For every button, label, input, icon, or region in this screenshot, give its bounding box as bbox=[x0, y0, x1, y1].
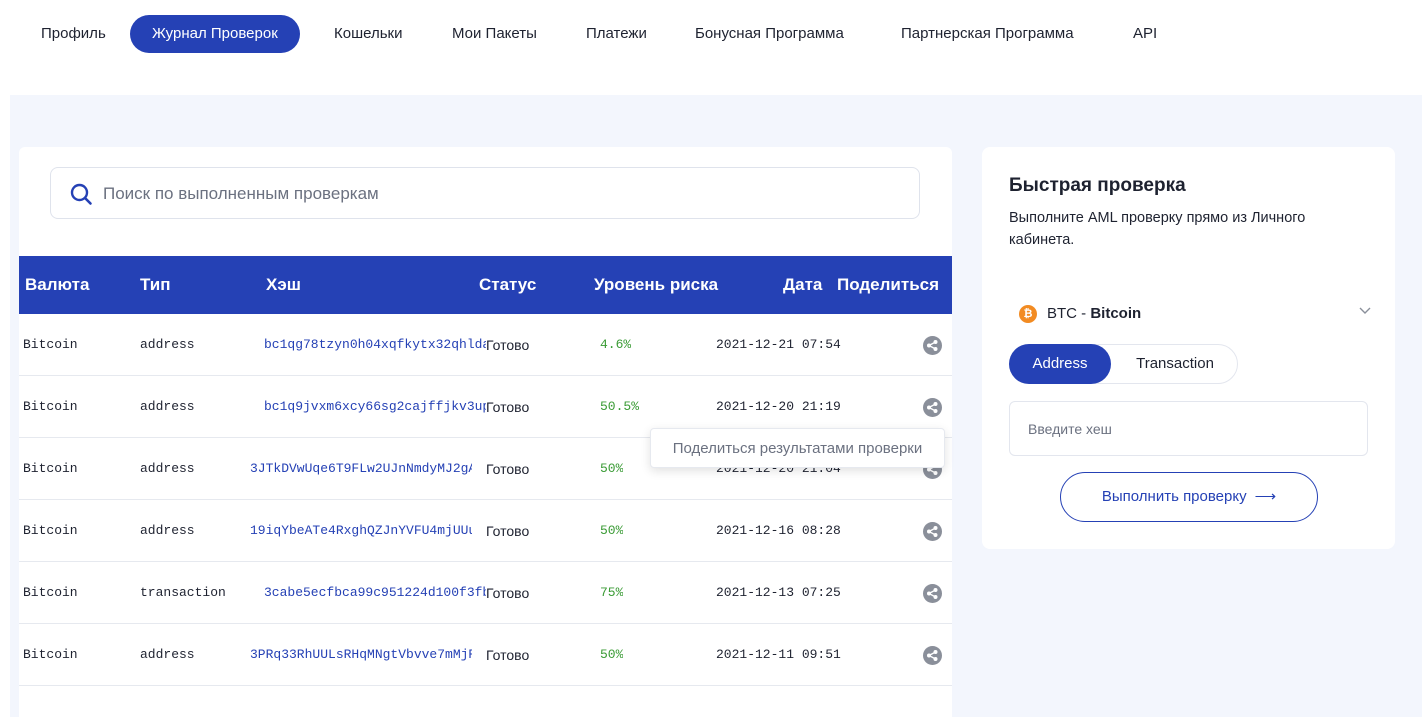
table-row[interactable]: Bitcoin transaction 3cabe5ecfbca99c95122… bbox=[19, 562, 952, 624]
tab-transaction[interactable]: Transaction bbox=[1113, 344, 1237, 384]
run-check-label: Выполнить проверку bbox=[1101, 488, 1247, 505]
currency-ticker: BTC bbox=[1047, 305, 1077, 322]
column-header-hash[interactable]: Хэш bbox=[266, 256, 301, 314]
column-header-risk-level[interactable]: Уровень риска bbox=[594, 256, 718, 314]
cell-status: Готово bbox=[486, 399, 530, 415]
column-header-date[interactable]: Дата bbox=[783, 256, 822, 314]
currency-select[interactable]: ₿ BTC - Bitcoin bbox=[1009, 302, 1371, 326]
nav-item-wallets[interactable]: Кошельки bbox=[334, 15, 402, 53]
share-icon[interactable] bbox=[923, 398, 942, 417]
share-icon[interactable] bbox=[923, 646, 942, 665]
nav-item-check-log[interactable]: Журнал Проверок bbox=[130, 15, 300, 53]
cell-type: transaction bbox=[140, 585, 226, 600]
nav-item-my-packages[interactable]: Мои Пакеты bbox=[452, 15, 537, 53]
cell-risk-level: 50% bbox=[600, 523, 624, 538]
nav-item-api[interactable]: API bbox=[1133, 15, 1157, 53]
top-navigation: Профиль Журнал Проверок Кошельки Мои Пак… bbox=[0, 0, 1422, 95]
cell-hash-link[interactable]: 3cabe5ecfbca99c951224d100f3fb1 bbox=[264, 562, 486, 624]
cell-hash-link[interactable]: 3PRq33RhUULsRHqMNgtVbvve7mMjRh bbox=[250, 624, 472, 686]
cell-hash-link[interactable]: 19iqYbeATe4RxghQZJnYVFU4mjUUu1 bbox=[250, 500, 472, 562]
cell-type: address bbox=[140, 523, 195, 538]
cell-date: 2021-12-16 08:28 bbox=[716, 523, 841, 538]
cell-hash-link[interactable]: bc1qg78tzyn0h04xqfkytx32qhldat bbox=[264, 314, 486, 376]
cell-hash-link[interactable]: 3JTkDVwUqe6T9FLw2UJnNmdyMJ2gAv bbox=[250, 438, 472, 500]
cell-date: 2021-12-21 07:54 bbox=[716, 337, 841, 352]
share-icon[interactable] bbox=[923, 584, 942, 603]
cell-currency: Bitcoin bbox=[23, 399, 78, 414]
run-check-button[interactable]: Выполнить проверку ⟶ bbox=[1060, 472, 1318, 522]
column-header-status[interactable]: Статус bbox=[479, 256, 536, 314]
column-header-type[interactable]: Тип bbox=[140, 256, 170, 314]
chevron-down-icon bbox=[1359, 307, 1371, 314]
cell-currency: Bitcoin bbox=[23, 337, 78, 352]
cell-status: Готово bbox=[486, 585, 530, 601]
cell-status: Готово bbox=[486, 337, 530, 353]
cell-risk-level: 4.6% bbox=[600, 337, 632, 352]
hash-input[interactable] bbox=[1028, 417, 1348, 441]
tab-address[interactable]: Address bbox=[1009, 344, 1111, 384]
cell-hash-link[interactable]: bc1q9jvxm6xcy66sg2cajffjkv3upq bbox=[264, 376, 486, 438]
cell-risk-level: 50.5% bbox=[600, 399, 640, 414]
cell-date: 2021-12-13 07:25 bbox=[716, 585, 841, 600]
currency-name: Bitcoin bbox=[1090, 305, 1142, 322]
cell-currency: Bitcoin bbox=[23, 647, 78, 662]
cell-status: Готово bbox=[486, 461, 530, 477]
nav-item-payments[interactable]: Платежи bbox=[586, 15, 647, 53]
check-type-toggle: Address Transaction bbox=[1009, 344, 1238, 384]
cell-risk-level: 50% bbox=[600, 461, 624, 476]
cell-currency: Bitcoin bbox=[23, 461, 78, 476]
quick-check-description: Выполните AML проверку прямо из Личного … bbox=[1009, 210, 1306, 248]
search-input[interactable] bbox=[103, 180, 893, 208]
arrow-right-icon: ⟶ bbox=[1254, 488, 1277, 505]
cell-date: 2021-12-11 09:51 bbox=[716, 647, 841, 662]
cell-risk-level: 75% bbox=[600, 585, 624, 600]
table-row[interactable]: Bitcoin address bc1qg78tzyn0h04xqfkytx32… bbox=[19, 314, 952, 376]
hash-field[interactable] bbox=[1009, 401, 1368, 456]
cell-type: address bbox=[140, 399, 195, 414]
currency-separator: - bbox=[1077, 305, 1091, 322]
share-tooltip: Поделиться результатами проверки bbox=[650, 428, 945, 468]
search-icon bbox=[70, 183, 92, 205]
cell-currency: Bitcoin bbox=[23, 585, 78, 600]
cell-currency: Bitcoin bbox=[23, 523, 78, 538]
cell-status: Готово bbox=[486, 523, 530, 539]
table-header: Валюта Тип Хэш Статус Уровень риска Дата… bbox=[19, 256, 952, 314]
share-icon[interactable] bbox=[923, 336, 942, 355]
nav-item-profile[interactable]: Профиль bbox=[41, 15, 106, 53]
cell-risk-level: 50% bbox=[600, 647, 624, 662]
nav-item-bonus-program[interactable]: Бонусная Программа bbox=[695, 15, 844, 53]
cell-type: address bbox=[140, 461, 195, 476]
share-icon[interactable] bbox=[923, 522, 942, 541]
cell-type: address bbox=[140, 337, 195, 352]
nav-item-partner-program[interactable]: Партнерская Программа bbox=[901, 15, 1074, 53]
table-row[interactable]: Bitcoin address 3PRq33RhUULsRHqMNgtVbvve… bbox=[19, 624, 952, 686]
column-header-currency[interactable]: Валюта bbox=[25, 256, 89, 314]
currency-label: BTC - Bitcoin bbox=[1047, 305, 1141, 322]
table-row[interactable]: Bitcoin address 19iqYbeATe4RxghQZJnYVFU4… bbox=[19, 500, 952, 562]
quick-check-panel: Быстрая проверка Выполните AML проверку … bbox=[982, 147, 1395, 549]
bitcoin-icon: ₿ bbox=[1019, 305, 1037, 323]
search-box[interactable] bbox=[50, 167, 920, 219]
cell-type: address bbox=[140, 647, 195, 662]
quick-check-title: Быстрая проверка bbox=[1009, 175, 1186, 196]
cell-status: Готово bbox=[486, 647, 530, 663]
column-header-share[interactable]: Поделиться bbox=[837, 256, 939, 314]
